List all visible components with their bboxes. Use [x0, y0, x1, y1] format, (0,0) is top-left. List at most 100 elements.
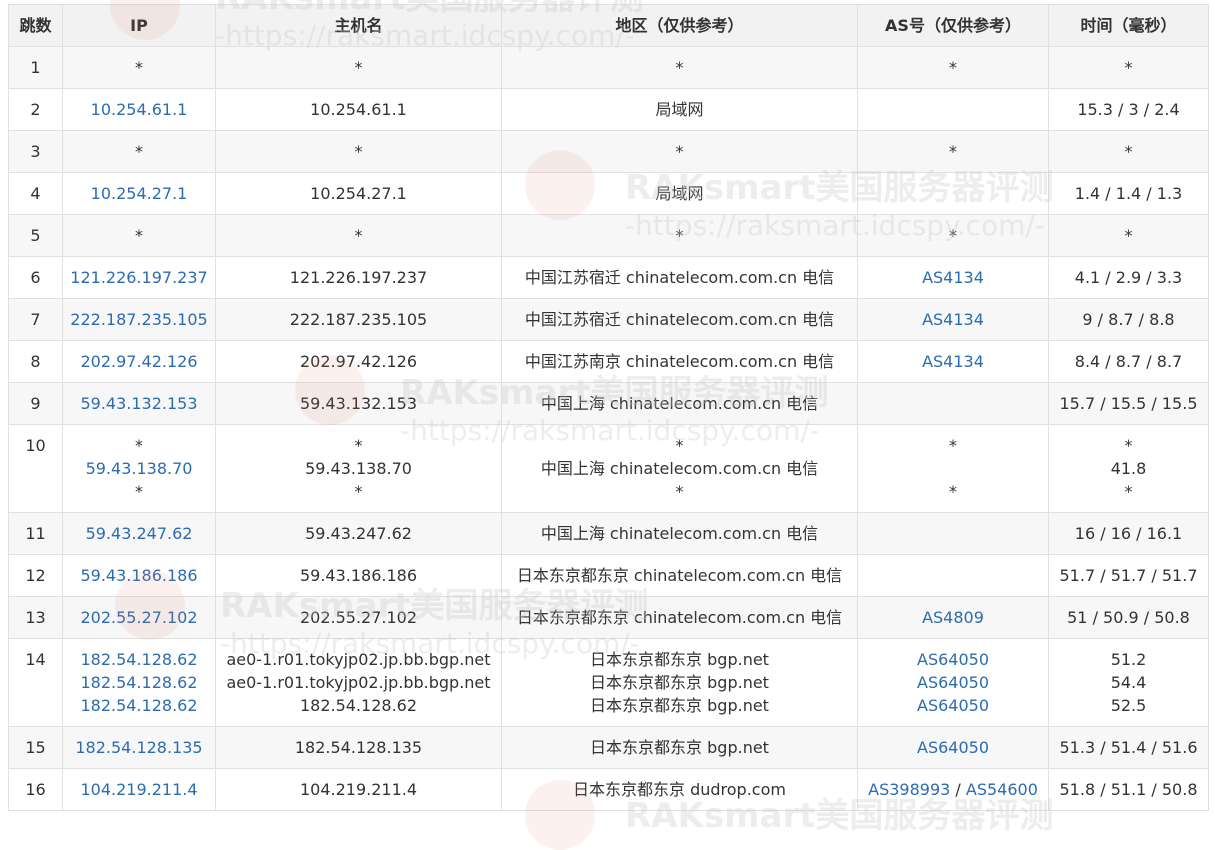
time-cell: *	[1048, 130, 1209, 173]
ip-cell: 59.43.247.62	[62, 512, 216, 555]
watermark-logo-icon	[115, 570, 185, 640]
ip-link[interactable]: 121.226.197.237	[70, 268, 207, 287]
ip-link[interactable]: 10.254.61.1	[91, 100, 188, 119]
ip-cell-line: 10.254.27.1	[67, 182, 211, 205]
ip-link[interactable]: 104.219.211.4	[80, 780, 197, 799]
as-link[interactable]: AS64050	[917, 673, 989, 692]
ip-cell-line: 59.43.132.153	[67, 392, 211, 415]
header-hop: 跳数	[8, 4, 63, 47]
as-link[interactable]: AS4134	[922, 310, 984, 329]
as-separator: /	[950, 780, 966, 799]
region-cell: 中国江苏南京 chinatelecom.com.cn 电信	[501, 340, 858, 383]
region-cell: 日本东京都东京 bgp.net	[501, 726, 858, 769]
ip-link[interactable]: 182.54.128.62	[80, 696, 197, 715]
hostname-cell: 121.226.197.237	[215, 256, 502, 299]
as-link[interactable]: AS64050	[917, 738, 989, 757]
hop-cell: 12	[8, 554, 63, 597]
as-cell-line: AS398993 / AS54600	[862, 778, 1044, 801]
time-cell: * 41.8 *	[1048, 424, 1209, 513]
time-cell: 16 / 16 / 16.1	[1048, 512, 1209, 555]
ip-cell: 10.254.61.1	[62, 88, 216, 131]
ip-cell-line: 59.43.138.70	[67, 457, 211, 480]
time-cell-line: 51.3 / 51.4 / 51.6	[1059, 738, 1198, 757]
time-cell-line: *	[1124, 436, 1133, 455]
ip-link[interactable]: 59.43.247.62	[86, 524, 193, 543]
time-cell: 1.4 / 1.4 / 1.3	[1048, 172, 1209, 215]
hostname-cell: *	[215, 130, 502, 173]
region-cell-line: 中国江苏宿迁 chinatelecom.com.cn 电信	[524, 268, 835, 287]
as-link[interactable]: AS64050	[917, 696, 989, 715]
time-cell-line: *	[1124, 482, 1133, 501]
ip-link[interactable]: 59.43.138.70	[86, 459, 193, 478]
ip-link[interactable]: 10.254.27.1	[91, 184, 188, 203]
header-hostname: 主机名	[215, 4, 502, 47]
hostname-cell-line: 202.55.27.102	[299, 608, 418, 627]
as-cell: AS64050	[857, 726, 1049, 769]
region-cell-line: 中国江苏南京 chinatelecom.com.cn 电信	[524, 352, 835, 371]
region-cell: 局域网	[501, 88, 858, 131]
hop-cell: 6	[8, 256, 63, 299]
ip-cell: *	[62, 214, 216, 257]
table-row: 9 59.43.132.153 59.43.132.153 中国上海 chinatel…	[8, 382, 1209, 425]
time-cell: 51.2 54.4 52.5	[1048, 638, 1209, 727]
region-cell-line: 日本东京都东京 bgp.net	[590, 650, 769, 669]
as-cell-line: *	[949, 482, 957, 501]
region-cell-line: 中国江苏宿迁 chinatelecom.com.cn 电信	[524, 310, 835, 329]
as-cell-line	[862, 457, 1044, 480]
watermark-logo-icon	[525, 150, 595, 220]
region-cell-line: 日本东京都东京 bgp.net	[590, 696, 769, 715]
as-cell-line: *	[949, 58, 957, 77]
as-cell: AS4134	[857, 298, 1049, 341]
time-cell: *	[1048, 214, 1209, 257]
ip-cell-line: *	[135, 58, 143, 77]
region-cell: *	[501, 214, 858, 257]
table-row: 1 * * * * *	[8, 46, 1209, 89]
hop-cell: 4	[8, 172, 63, 215]
time-cell: 51 / 50.9 / 50.8	[1048, 596, 1209, 639]
table-row: 15 182.54.128.135 182.54.128.135 日本东京都东京 bg…	[8, 726, 1209, 769]
ip-cell-line: *	[135, 226, 143, 245]
hostname-cell-line: *	[354, 482, 363, 501]
table-row: 2 10.254.61.1 10.254.61.1 局域网 15.3 / 3 / 2.4	[8, 88, 1209, 131]
as-link[interactable]: AS4134	[922, 268, 984, 287]
as-cell	[857, 554, 1049, 597]
hostname-cell: 10.254.61.1	[215, 88, 502, 131]
header-time: 时间（毫秒）	[1048, 4, 1209, 47]
table-row: 4 10.254.27.1 10.254.27.1 局域网 1.4 / 1.4 / 1.…	[8, 172, 1209, 215]
region-cell-line: 中国上海 chinatelecom.com.cn 电信	[540, 524, 819, 543]
ip-link[interactable]: 182.54.128.62	[80, 673, 197, 692]
ip-link[interactable]: 222.187.235.105	[70, 310, 207, 329]
ip-link[interactable]: 59.43.132.153	[80, 394, 197, 413]
time-cell-line: *	[1124, 226, 1133, 245]
time-cell-line: *	[1124, 58, 1133, 77]
region-cell-line: *	[675, 58, 684, 77]
as-link[interactable]: AS4134	[922, 352, 984, 371]
as-cell	[857, 512, 1049, 555]
as-cell-line: *	[949, 226, 957, 245]
table-row: 11 59.43.247.62 59.43.247.62 中国上海 chinatele…	[8, 512, 1209, 555]
ip-cell: 202.97.42.126	[62, 340, 216, 383]
ip-link[interactable]: 202.97.42.126	[80, 352, 197, 371]
table-row: 13 202.55.27.102 202.55.27.102 日本东京都东京 chin…	[8, 596, 1209, 639]
ip-link[interactable]: 182.54.128.135	[75, 738, 202, 757]
time-cell-line: 51.7 / 51.7 / 51.7	[1059, 566, 1198, 585]
header-region: 地区（仅供参考）	[501, 4, 858, 47]
hostname-cell-line: ae0-1.r01.tokyjp02.jp.bb.bgp.net	[226, 650, 491, 669]
ip-cell: *	[62, 130, 216, 173]
hop-cell: 5	[8, 214, 63, 257]
as-link[interactable]: AS64050	[917, 650, 989, 669]
as-cell-line: AS4134	[862, 266, 1044, 289]
time-cell-line: 51 / 50.9 / 50.8	[1067, 608, 1190, 627]
hop-cell: 9	[8, 382, 63, 425]
as-link[interactable]: AS54600	[966, 780, 1038, 799]
as-link[interactable]: AS398993	[868, 780, 950, 799]
hostname-cell-line: 222.187.235.105	[289, 310, 428, 329]
ip-link[interactable]: 182.54.128.62	[80, 650, 197, 669]
ip-cell: * 59.43.138.70 *	[62, 424, 216, 513]
as-cell: * *	[857, 424, 1049, 513]
hostname-cell: * 59.43.138.70 *	[215, 424, 502, 513]
as-link[interactable]: AS4809	[922, 608, 984, 627]
ip-cell: 10.254.27.1	[62, 172, 216, 215]
table-row: 6 121.226.197.237 121.226.197.237 中国江苏宿迁 ch…	[8, 256, 1209, 299]
watermark-logo-icon	[525, 780, 595, 850]
